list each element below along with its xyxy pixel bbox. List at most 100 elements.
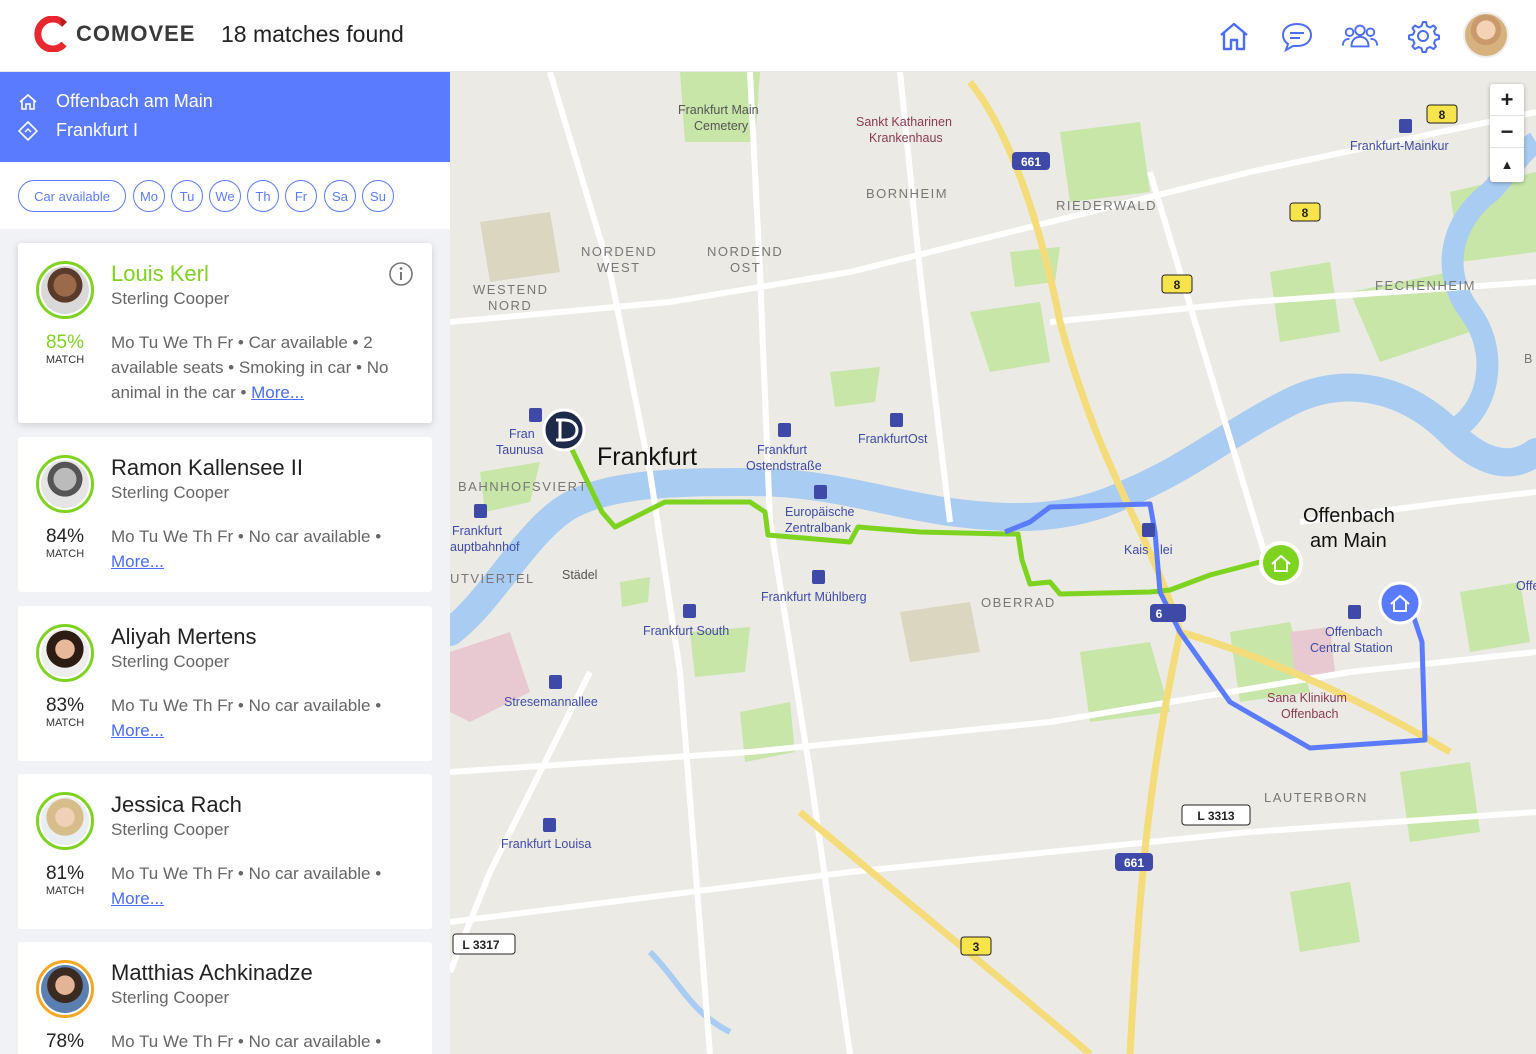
badge-661-bottom: 661 [1124,856,1144,870]
route-summary[interactable]: Offenbach am Main Frankfurt I [0,72,450,162]
match-label: MATCH [45,885,85,897]
home-outline-icon [19,93,37,110]
map-canvas[interactable]: NORDEND WEST NORDEND OST WESTEND NORD BO… [450,72,1536,1054]
district-lauterborn: LAUTERBORN [1264,790,1368,805]
more-link[interactable]: More... [111,721,164,740]
poi-kaiserlei-2: lei [1160,543,1173,557]
match-company: Sterling Cooper [111,483,230,502]
filter-day-th[interactable]: Th [247,180,279,212]
badge-661-mid: 6 [1156,607,1163,621]
map-view[interactable]: NORDEND WEST NORDEND OST WESTEND NORD BO… [450,72,1536,1054]
match-details: Mo Tu We Th Fr • Car available • 2 avail… [111,330,411,405]
more-link[interactable]: More... [111,889,164,908]
district-westend-1: WESTEND [473,282,549,297]
logo-icon [34,16,67,52]
poi-sana-2: Offenbach [1281,707,1339,721]
match-percent: 85% [45,332,85,353]
district-gutleutviertel: UTVIERTEL [450,571,535,586]
compass-button[interactable]: ▲ [1490,148,1524,180]
match-percent: 81% [45,863,85,884]
district-westend-2: NORD [488,298,532,313]
match-card[interactable]: Ramon Kallensee II Sterling Cooper 84% M… [18,437,432,592]
route-to-label: Frankfurt I [56,120,139,140]
pickup-home-marker-icon[interactable] [1259,541,1303,585]
match-percent: 84% [45,526,85,547]
zoom-in-button[interactable]: + [1490,84,1524,116]
district-fechenheim: FECHENHEIM [1375,278,1476,293]
filter-day-su[interactable]: Su [362,180,394,212]
district-nordend-west-2: WEST [597,260,641,275]
match-details-text: Mo Tu We Th Fr • No car available • [111,1032,382,1051]
info-icon[interactable] [388,261,414,287]
logo[interactable]: COMOVEE [34,16,195,52]
route-from-label: Offenbach am Main [56,91,213,111]
poi-frankfurt-south: Frankfurt South [643,624,729,638]
user-avatar[interactable] [1463,12,1509,58]
poi-ostendstrasse-2: Ostendstraße [746,459,822,473]
filter-day-mo[interactable]: Mo [133,180,165,212]
poi-hospital-2: Krankenhaus [869,131,943,145]
match-details-text: Mo Tu We Th Fr • Car available • 2 avail… [111,333,389,402]
match-details-text: Mo Tu We Th Fr • No car available • [111,527,382,546]
poi-hbf-1: Frankfurt [452,524,503,538]
match-company: Sterling Cooper [111,289,230,308]
match-percent: 78% [45,1031,85,1052]
zoom-out-button[interactable]: − [1490,116,1524,148]
poi-sana-1: Sana Klinikum [1267,691,1347,705]
district-bahnhofsviertel: BAHNHOFSVIERT [458,479,588,494]
poi-offenbach-east: Offe [1516,579,1536,593]
badge-661-top: 661 [1021,155,1041,169]
match-name: Jessica Rach [111,792,242,817]
match-card[interactable]: Aliyah Mertens Sterling Cooper 83% MATCH… [18,606,432,761]
poi-muehlberg: Frankfurt Mühlberg [761,590,867,604]
match-name: Aliyah Mertens [111,624,257,649]
poi-louisa: Frankfurt Louisa [501,837,591,851]
poi-ezb-2: Zentralbank [785,521,852,535]
match-label: MATCH [45,548,85,560]
app-header: COMOVEE 18 matches found [0,0,1536,72]
match-card[interactable]: Matthias Achkinadze Sterling Cooper 78% … [18,942,432,1054]
district-riederwald: RIEDERWALD [1056,198,1157,213]
poi-ezb-1: Europäische [785,505,855,519]
city-label-offenbach: Offenbach [1303,505,1395,527]
brand-name: COMOVEE [76,21,196,46]
poi-hbf-2: auptbahnhof [450,540,520,554]
poi-taunusanlage-1: Fran [509,427,535,441]
route-from: Offenbach am Main [18,91,213,112]
match-name: Ramon Kallensee II [111,455,303,480]
user-home-marker-icon[interactable] [1378,581,1422,625]
match-card[interactable]: Jessica Rach Sterling Cooper 81% MATCH M… [18,774,432,929]
destination-marker-icon[interactable] [542,408,586,452]
city-label-am-main: am Main [1310,530,1387,552]
group-icon[interactable] [1341,17,1379,55]
more-link[interactable]: More... [111,552,164,571]
stream [647,949,732,1035]
city-label-frankfurt: Frankfurt [597,443,697,471]
district-nordend-ost-2: OST [730,260,761,275]
badge-l3313: L 3313 [1197,809,1234,823]
filter-day-we[interactable]: We [209,180,241,212]
zoom-control: + − ▲ [1490,84,1524,182]
match-details: Mo Tu We Th Fr • No car available • More… [111,861,411,911]
avatar [36,261,94,319]
poi-cemetery-1: Frankfurt Main [678,103,759,117]
filter-car-available[interactable]: Car available [18,180,126,212]
poi-kaiserlei-1: Kais [1124,543,1148,557]
avatar [36,455,94,513]
settings-icon[interactable] [1404,17,1442,55]
match-label: MATCH [45,717,85,729]
filter-day-tu[interactable]: Tu [171,180,203,212]
poi-cemetery-2: Cemetery [694,119,749,133]
badge-3: 3 [973,940,980,954]
poi-ostendstrasse-1: Frankfurt [757,443,808,457]
match-card[interactable]: Louis Kerl Sterling Cooper 85% MATCH Mo … [18,243,432,423]
home-icon[interactable] [1215,17,1253,55]
chat-icon[interactable] [1278,17,1316,55]
poi-offenbach-station-1: Offenbach [1325,625,1383,639]
poi-edge-b: B [1524,352,1532,366]
more-link[interactable]: More... [251,383,304,402]
filter-day-sa[interactable]: Sa [324,180,356,212]
filter-day-fr[interactable]: Fr [285,180,317,212]
match-company: Sterling Cooper [111,652,230,671]
district-nordend-ost-1: NORDEND [707,244,783,259]
